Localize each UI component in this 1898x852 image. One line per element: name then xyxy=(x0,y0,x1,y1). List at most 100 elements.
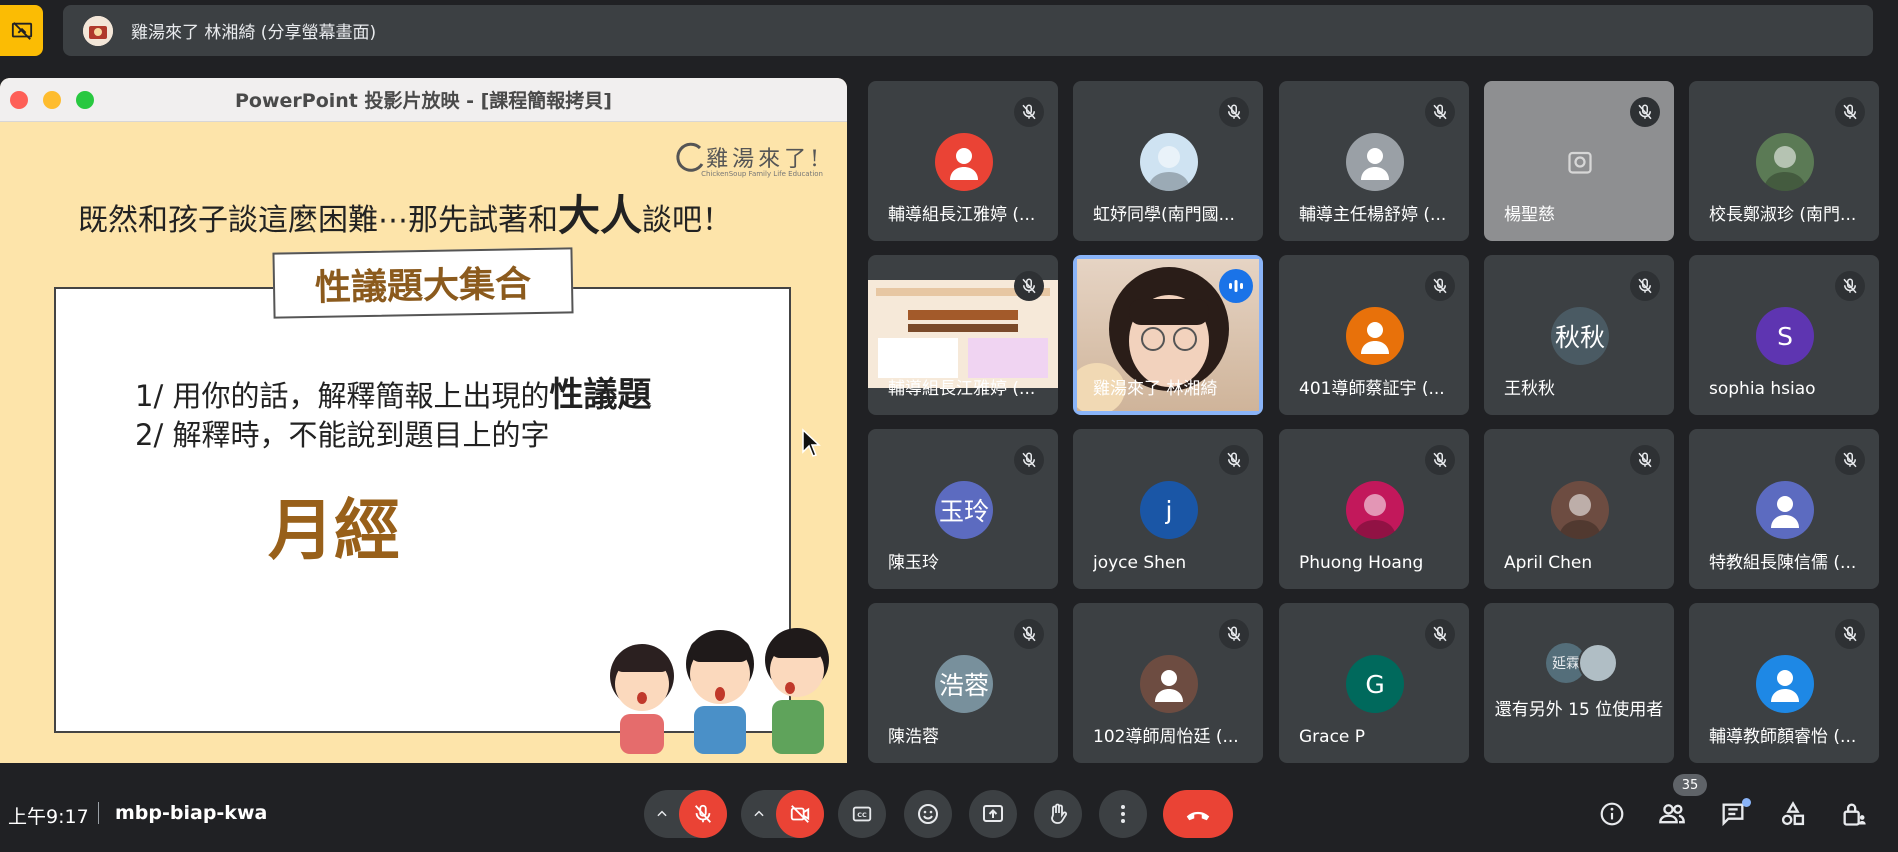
mic-off-icon xyxy=(1022,278,1036,294)
avatar-initials: S xyxy=(1756,307,1814,365)
people-button[interactable] xyxy=(1654,796,1690,832)
participant-tile[interactable]: 輔導主任楊舒婷 (... xyxy=(1279,81,1469,241)
presentation-indicator-button[interactable] xyxy=(0,5,43,56)
participant-tile[interactable]: G Grace P xyxy=(1279,603,1469,763)
more-participants-label: 還有另外 15 位使用者 xyxy=(1494,700,1664,720)
participant-name: 楊聖慈 xyxy=(1504,205,1555,225)
rule-2: 2/ 解釋時，不能說到題目上的字 xyxy=(135,418,550,452)
captions-button[interactable]: CC xyxy=(838,790,886,838)
participant-tile[interactable]: 輔導組長江雅婷 (... xyxy=(868,81,1058,241)
window-zoom-button[interactable] xyxy=(76,91,94,109)
avatar xyxy=(1346,133,1404,191)
participant-tile[interactable]: 虹妤同學(南門國... xyxy=(1073,81,1263,241)
avatar-initials: 秋秋 xyxy=(1551,307,1609,365)
lock-person-icon xyxy=(1843,803,1866,826)
avatar-stack: 延霖 xyxy=(1546,643,1626,683)
rule-1-text: 1/ 用你的話，解釋簡報上出現的 xyxy=(135,379,550,413)
chevron-up-icon xyxy=(657,810,667,817)
participant-tile[interactable]: 楊聖慈 xyxy=(1484,81,1674,241)
mic-muted-indicator xyxy=(1835,619,1865,649)
raise-hand-icon xyxy=(1051,803,1068,824)
slide-headline: 既然和孩子談這麼困難⋯那先試著和大人談吧！ xyxy=(78,182,732,243)
presenter-banner: 雞湯來了 林湘綺 (分享螢幕畫面) xyxy=(63,5,1873,56)
participant-name: 王秋秋 xyxy=(1504,379,1555,399)
participant-name: Grace P xyxy=(1299,727,1366,747)
participant-name: sophia hsiao xyxy=(1709,379,1816,399)
mic-off-icon xyxy=(1433,278,1447,294)
mic-off-icon xyxy=(1843,626,1857,642)
info-icon xyxy=(1600,802,1624,826)
people-count-badge: 35 xyxy=(1673,774,1707,796)
participant-tile[interactable]: 401導師蔡証宇 (... xyxy=(1279,255,1469,415)
camera-toggle-button[interactable] xyxy=(776,790,824,838)
slide-logo: 雞湯來了! ChickenSoup Family Life Education xyxy=(672,140,823,178)
chat-button[interactable] xyxy=(1715,796,1751,832)
mic-off-icon xyxy=(1433,626,1447,642)
avatar-photo xyxy=(1756,133,1814,191)
participant-tile[interactable]: 延霖 還有另外 15 位使用者 xyxy=(1484,603,1674,763)
card-title: 性議題大集合 xyxy=(272,247,574,319)
avatar-photo xyxy=(1578,643,1618,683)
avatar xyxy=(1551,133,1609,191)
participant-tile[interactable]: 特教組長陳信儒 (... xyxy=(1689,429,1879,589)
mic-muted-indicator xyxy=(1835,97,1865,127)
mouse-cursor-icon xyxy=(802,428,821,457)
participant-tile[interactable]: Ssophia hsiao xyxy=(1689,255,1879,415)
emoji-icon xyxy=(918,804,938,824)
participant-tile[interactable]: 102導師周怡廷 (... xyxy=(1073,603,1263,763)
participant-name: April Chen xyxy=(1504,553,1593,573)
participant-tile[interactable]: j joyce Shen xyxy=(1073,429,1263,589)
audio-level-icon xyxy=(1229,280,1243,292)
participant-tile[interactable]: 輔導教師顏睿怡 (... xyxy=(1689,603,1879,763)
activities-button[interactable] xyxy=(1775,796,1811,832)
meeting-details-button[interactable] xyxy=(1594,796,1630,832)
participant-name: 陳浩蓉 xyxy=(888,727,939,747)
present-now-button[interactable] xyxy=(969,790,1017,838)
leave-call-button[interactable] xyxy=(1163,790,1233,838)
participant-tile[interactable]: 秋秋王秋秋 xyxy=(1484,255,1674,415)
avatar-initials: G xyxy=(1346,655,1404,713)
ppt-window-title: PowerPoint 投影片放映 - [課程簡報拷貝] xyxy=(235,90,612,112)
participant-tile[interactable]: 玉玲 陳玉玲 xyxy=(868,429,1058,589)
mic-muted-indicator xyxy=(1014,97,1044,127)
camera-placeholder-icon xyxy=(1568,151,1592,174)
host-controls-button[interactable] xyxy=(1836,796,1872,832)
avatar-initials: 玉玲 xyxy=(935,481,993,539)
participant-name: 輔導教師顏睿怡 (... xyxy=(1709,727,1857,747)
mic-off-icon xyxy=(1022,626,1036,642)
mic-muted-indicator xyxy=(1835,271,1865,301)
participant-tile[interactable]: 浩蓉 陳浩蓉 xyxy=(868,603,1058,763)
mic-muted-indicator xyxy=(1014,445,1044,475)
video-settings-button[interactable] xyxy=(747,800,771,828)
participant-tile[interactable]: 雞湯來了 林湘綺 xyxy=(1073,255,1263,415)
mic-muted-indicator xyxy=(1219,97,1249,127)
emoji-button[interactable] xyxy=(904,790,952,838)
window-close-button[interactable] xyxy=(10,91,28,109)
audio-settings-button[interactable] xyxy=(650,800,674,828)
chat-unread-dot xyxy=(1742,798,1751,807)
headline-part2: 談吧！ xyxy=(642,203,733,238)
avatar-initials: j xyxy=(1140,481,1198,539)
participant-tile[interactable]: 校長鄭淑珍 (南門... xyxy=(1689,81,1879,241)
activities-icon xyxy=(1781,801,1805,826)
microphone-toggle-button[interactable] xyxy=(679,790,727,838)
avatar xyxy=(1756,481,1814,539)
mic-off-icon xyxy=(1638,278,1652,294)
raise-hand-button[interactable] xyxy=(1034,790,1082,838)
mic-off-icon xyxy=(1843,452,1857,468)
clock: 上午9:17 xyxy=(8,806,89,828)
participant-name: 特教組長陳信儒 (... xyxy=(1709,553,1857,573)
mic-muted-indicator xyxy=(1425,271,1455,301)
person-icon xyxy=(1155,670,1183,702)
mic-off-icon xyxy=(1843,278,1857,294)
window-minimize-button[interactable] xyxy=(43,91,61,109)
logo-subtext: ChickenSoup Family Life Education xyxy=(701,170,823,178)
participant-tile[interactable]: 輔導組長江雅婷 (... xyxy=(868,255,1058,415)
present-to-all-off-icon xyxy=(11,21,32,40)
more-options-button[interactable] xyxy=(1099,790,1147,838)
mic-muted-indicator xyxy=(1425,445,1455,475)
more-options-icon xyxy=(1121,805,1125,823)
participant-name: 輔導組長江雅婷 (... xyxy=(888,379,1036,399)
participant-tile[interactable]: April Chen xyxy=(1484,429,1674,589)
participant-tile[interactable]: Phuong Hoang xyxy=(1279,429,1469,589)
